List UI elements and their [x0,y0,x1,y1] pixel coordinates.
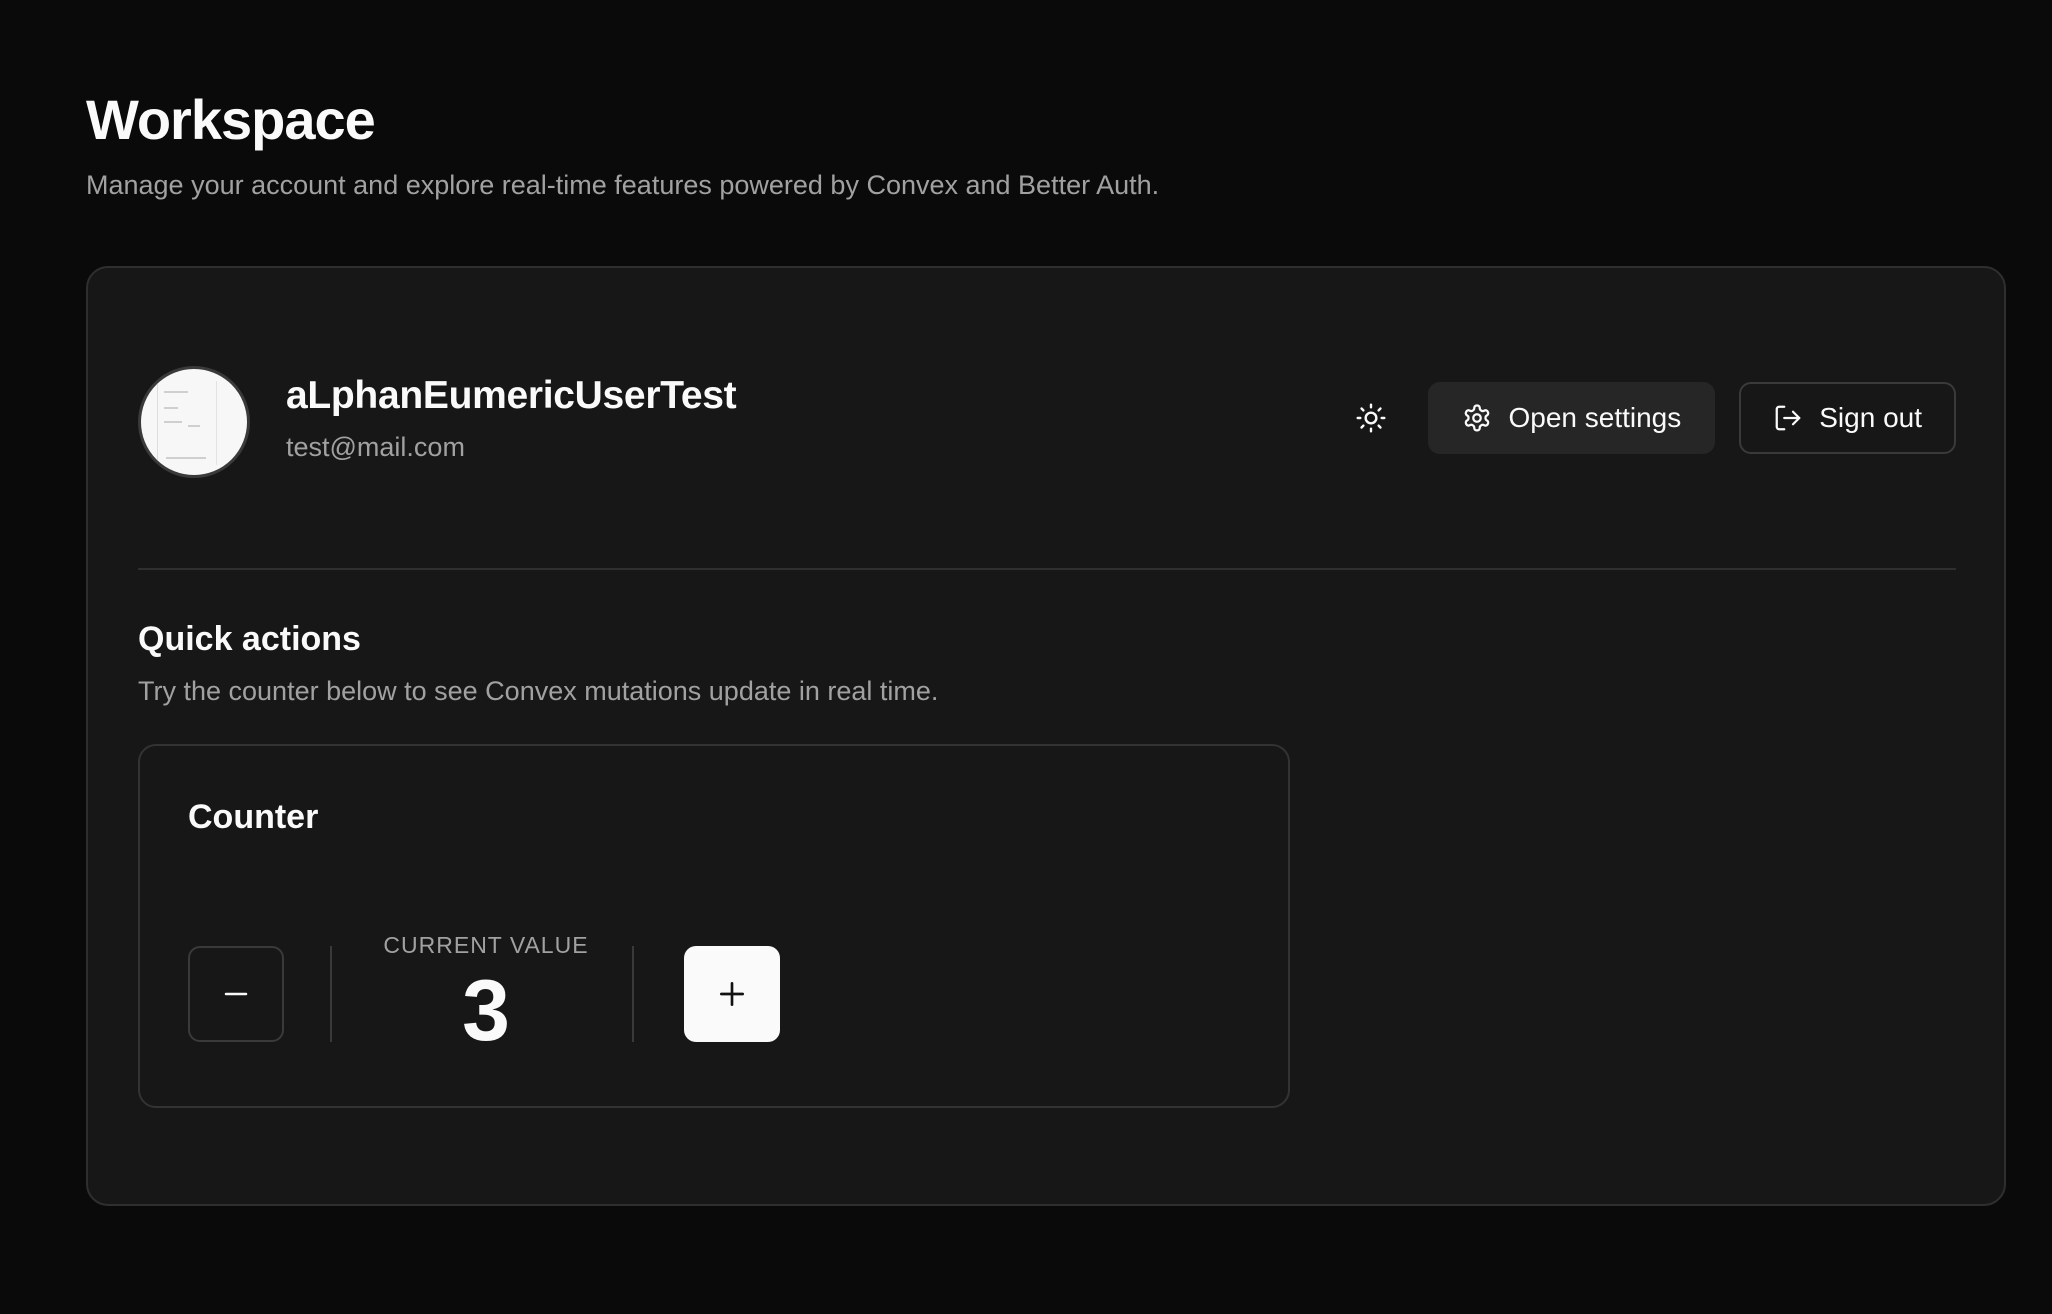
increment-button[interactable] [684,946,780,1042]
user-email: test@mail.com [286,432,465,462]
minus-icon [224,992,248,996]
quick-actions-title: Quick actions [138,620,361,658]
sun-icon [1356,403,1387,433]
theme-toggle-button[interactable] [1336,383,1406,453]
user-name: aLphanEumericUserTest [286,374,737,417]
counter-card: Counter CURRENT VALUE 3 [138,744,1290,1108]
page-header: Workspace Manage your account and explor… [86,86,2006,202]
page-title: Workspace [86,88,376,151]
sign-out-button[interactable]: Sign out [1739,382,1956,454]
profile-actions: Open settings Sign out [1336,382,1956,454]
plus-icon [720,982,744,1006]
account-card: aLphanEumericUserTest test@mail.com Open… [86,266,2006,1206]
log-out-icon [1775,405,1801,431]
decrement-button[interactable] [188,946,284,1042]
avatar [138,366,250,478]
open-settings-button[interactable]: Open settings [1428,382,1716,454]
counter-title: Counter [188,798,319,836]
section-divider [138,568,1956,570]
counter-separator-right [632,946,634,1042]
page-subtitle: Manage your account and explore real-tim… [86,170,1160,200]
open-settings-label: Open settings [1508,402,1682,433]
profile-row: aLphanEumericUserTest test@mail.com Open… [138,366,1956,480]
avatar-thumbnail [157,381,217,465]
counter-separator-left [330,946,332,1042]
sign-out-label: Sign out [1819,402,1922,433]
current-value-label: CURRENT VALUE [383,932,589,958]
quick-actions-description: Try the counter below to see Convex muta… [138,676,939,706]
current-value: 3 [462,963,510,1059]
gear-icon [1465,404,1490,432]
counter-controls: CURRENT VALUE 3 [188,932,888,1056]
